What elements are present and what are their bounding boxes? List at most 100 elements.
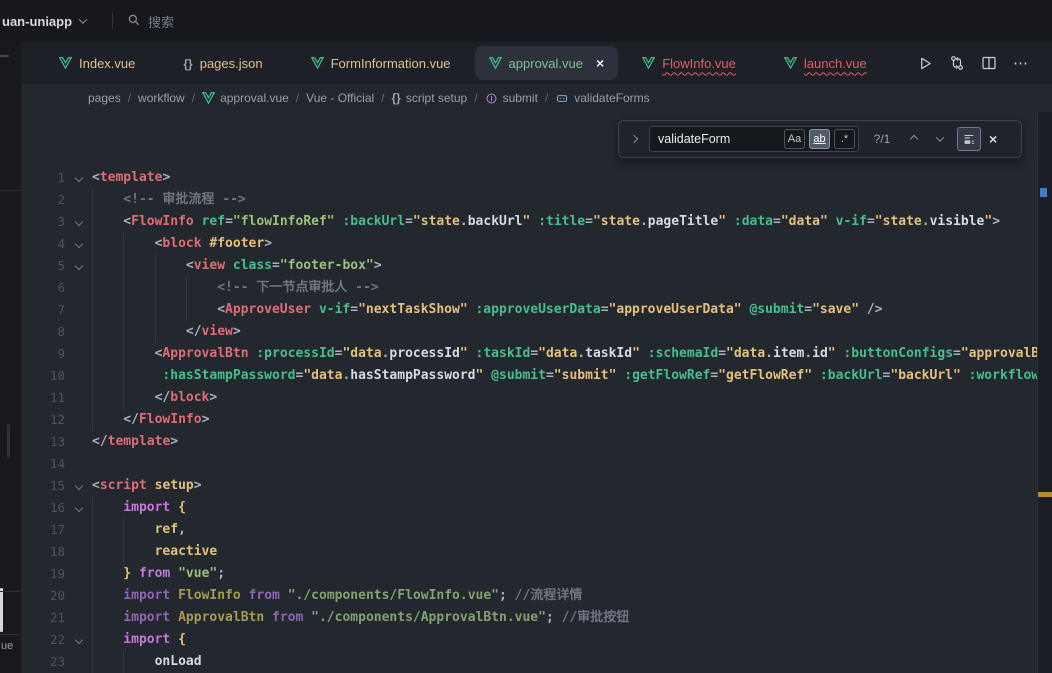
code-text[interactable]: <!-- 下一节点审批人 -->: [92, 277, 379, 299]
breadcrumb-separator: /: [128, 91, 131, 105]
line-number: 13: [21, 431, 65, 453]
breadcrumb-item-workflow[interactable]: workflow: [138, 91, 185, 105]
code-text[interactable]: </template>: [92, 431, 178, 453]
code-line[interactable]: 12 </FlowInfo>: [21, 409, 1052, 431]
code-text[interactable]: <!-- 审批流程 -->: [92, 189, 246, 211]
code-text[interactable]: reactive: [92, 541, 217, 563]
tab-forminformation-vue[interactable]: FormInformation.vue: [287, 46, 475, 80]
editor-scrollbar[interactable]: [1037, 112, 1052, 673]
line-number: 19: [21, 563, 65, 585]
code-line[interactable]: 13 </template>: [21, 431, 1052, 453]
breadcrumb-item-pages[interactable]: pages: [88, 91, 121, 105]
code-line[interactable]: 19 } from "vue";: [21, 563, 1052, 585]
code-line[interactable]: 15<script setup>: [21, 475, 1052, 497]
indent-guide: [123, 255, 154, 277]
code-line[interactable]: 7 <ApproveUser v-if="nextTaskShow" :appro…: [21, 299, 1052, 321]
split-editor-icon[interactable]: [980, 54, 998, 72]
code-text[interactable]: import {: [92, 497, 186, 519]
chevron-down-icon: [74, 636, 82, 644]
find-in-selection-toggle[interactable]: [957, 127, 981, 151]
chevron-right-icon: [630, 135, 638, 143]
code-line[interactable]: 5 <view class="footer-box">: [21, 255, 1052, 277]
tab-approval-vue[interactable]: approval.vue×: [475, 46, 619, 80]
line-number: 10: [21, 365, 65, 387]
next-match-button[interactable]: [931, 130, 949, 148]
run-icon[interactable]: [916, 54, 934, 72]
breadcrumb-item-submit[interactable]: submit: [485, 91, 538, 105]
tab-flowinfo-vue[interactable]: FlowInfo.vue: [618, 46, 760, 80]
code-text[interactable]: <template>: [92, 167, 170, 189]
code-line[interactable]: 8</view>: [21, 321, 1052, 343]
fold-chevron-icon[interactable]: [65, 629, 92, 651]
code-text[interactable]: } from "vue";: [92, 563, 225, 585]
fold-chevron-icon[interactable]: [65, 167, 92, 189]
breadcrumb-item-vue-official[interactable]: Vue - Official: [306, 91, 374, 105]
code-text[interactable]: <view class="footer-box">: [92, 255, 382, 277]
code-text[interactable]: <ApproveUser v-if="nextTaskShow" :approv…: [92, 299, 883, 321]
code-line[interactable]: 11</block>: [21, 387, 1052, 409]
left-panel-truncated-item[interactable]: ue: [1, 640, 13, 652]
fold-chevron-icon[interactable]: [65, 497, 92, 519]
code-area[interactable]: 1<template>2<!-- 审批流程 -->3<FlowInfo ref=…: [21, 112, 1052, 673]
breadcrumb-item-script-setup[interactable]: {}script setup: [392, 91, 468, 105]
code-text[interactable]: import FlowInfo from "./components/FlowI…: [92, 585, 582, 607]
previous-match-button[interactable]: [905, 130, 923, 148]
code-line[interactable]: 2<!-- 审批流程 -->: [21, 189, 1052, 211]
code-text[interactable]: </view>: [92, 321, 241, 343]
code-text[interactable]: <FlowInfo ref="flowInfoRef" :backUrl="st…: [92, 211, 1000, 233]
whole-word-toggle[interactable]: ab: [809, 129, 830, 149]
code-line[interactable]: 1<template>: [21, 167, 1052, 189]
line-number: 9: [21, 343, 65, 365]
code-text[interactable]: </block>: [92, 387, 217, 409]
code-text[interactable]: <script setup>: [92, 475, 202, 497]
compare-changes-icon[interactable]: [948, 54, 966, 72]
fold-chevron-icon[interactable]: [65, 475, 92, 497]
tab-launch-vue[interactable]: launch.vue: [760, 46, 891, 80]
fold-chevron-icon[interactable]: [65, 233, 92, 255]
breadcrumb-item-validateforms[interactable]: validateForms: [555, 91, 649, 105]
code-text[interactable]: import {: [92, 629, 186, 651]
line-number: 7: [21, 299, 65, 321]
project-menu[interactable]: uan-uniapp: [0, 14, 86, 29]
match-case-toggle[interactable]: Aa: [784, 129, 805, 149]
toggle-replace-button[interactable]: [627, 136, 641, 142]
code-text[interactable]: onLoad: [92, 651, 202, 673]
editor-pane[interactable]: 1<template>2<!-- 审批流程 -->3<FlowInfo ref=…: [21, 112, 1052, 673]
code-line[interactable]: 10 :hasStampPassword="data.hasStampPassw…: [21, 365, 1052, 387]
code-line[interactable]: 16 import {: [21, 497, 1052, 519]
code-line[interactable]: 18reactive: [21, 541, 1052, 563]
code-line[interactable]: 23onLoad: [21, 651, 1052, 673]
code-line[interactable]: 22import {: [21, 629, 1052, 651]
line-number: 16: [21, 497, 65, 519]
more-actions-icon[interactable]: ⋯: [1012, 54, 1030, 72]
code-text[interactable]: <ApprovalBtn :processId="data.processId"…: [92, 343, 1052, 365]
code-line[interactable]: 17ref,: [21, 519, 1052, 541]
tab-index-vue[interactable]: Index.vue: [35, 46, 159, 80]
code-line[interactable]: 4<block #footer>: [21, 233, 1052, 255]
find-widget: Aa ab .* ?/1: [618, 120, 1022, 158]
code-text[interactable]: :hasStampPassword="data.hasStampPassword…: [92, 365, 1052, 387]
line-number: 12: [21, 409, 65, 431]
code-line[interactable]: 3<FlowInfo ref="flowInfoRef" :backUrl="s…: [21, 211, 1052, 233]
tab-pages-json[interactable]: {}pages.json: [159, 46, 286, 80]
close-find-icon[interactable]: ×: [989, 131, 997, 147]
code-line[interactable]: 20import FlowInfo from "./components/Flo…: [21, 585, 1052, 607]
code-line[interactable]: 14: [21, 453, 1052, 475]
code-line[interactable]: 21import ApprovalBtn from "./components/…: [21, 607, 1052, 629]
left-panel-scrollbar[interactable]: [0, 588, 3, 632]
close-icon[interactable]: ×: [596, 56, 604, 70]
code-line[interactable]: 6<!-- 下一节点审批人 -->: [21, 277, 1052, 299]
search-bar[interactable]: 搜索: [127, 12, 174, 31]
breadcrumb-item-approval-vue[interactable]: approval.vue: [202, 91, 289, 105]
code-text[interactable]: ref,: [92, 519, 186, 541]
fold-chevron-icon[interactable]: [65, 211, 92, 233]
code-text[interactable]: import ApprovalBtn from "./components/Ap…: [92, 607, 629, 629]
line-number: 5: [21, 255, 65, 277]
code-text[interactable]: </FlowInfo>: [92, 409, 209, 431]
regex-toggle[interactable]: .*: [834, 129, 855, 149]
code-line[interactable]: 9 <ApprovalBtn :processId="data.processId…: [21, 343, 1052, 365]
fold-chevron-icon[interactable]: [65, 255, 92, 277]
fold-column: [65, 541, 92, 563]
find-input[interactable]: [658, 132, 780, 146]
code-text[interactable]: <block #footer>: [92, 233, 272, 255]
